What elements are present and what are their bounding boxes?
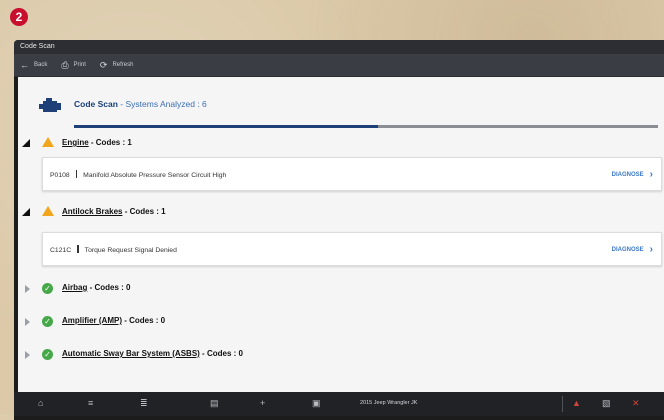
collapsed-caret-icon[interactable]	[25, 351, 30, 359]
warning-icon	[42, 137, 54, 147]
refresh-button[interactable]: ⟳ Refresh	[100, 60, 134, 71]
check-ok-icon: ✓	[42, 283, 53, 294]
divider	[562, 396, 563, 412]
refresh-icon: ⟳	[99, 59, 108, 70]
codes-count: - Codes : 0	[87, 283, 131, 292]
vehicle-info: 2015 Jeep Wrangler JK	[360, 400, 418, 406]
diagnose-button[interactable]: DIAGNOSE ›	[612, 169, 653, 180]
diagnose-button[interactable]: DIAGNOSE ›	[612, 244, 653, 255]
printer-icon: ⎙	[61, 59, 69, 70]
print-button[interactable]: ⎙ Print	[61, 60, 86, 71]
scan-header: Code Scan - Systems Analyzed : 6	[38, 97, 658, 117]
system-label: Antilock Brakes - Codes : 1	[62, 207, 166, 216]
system-label: Amplifier (AMP) - Codes : 0	[62, 316, 165, 325]
scan-progress-bar	[74, 125, 658, 128]
list-icon[interactable]: ≣	[140, 398, 148, 409]
dtc-card: C121C Torque Request Signal Denied DIAGNO…	[42, 232, 662, 266]
system-label: Engine - Codes : 1	[62, 138, 132, 147]
toolbar: ← Back ⎙ Print ⟳ Refresh	[14, 54, 664, 77]
check-ok-icon: ✓	[42, 349, 53, 360]
dtc-code: C121C	[50, 247, 72, 254]
diagnose-label: DIAGNOSE	[611, 246, 644, 253]
system-label: Airbag - Codes : 0	[62, 283, 130, 292]
system-section-antilock-brakes[interactable]: Antilock Brakes - Codes : 1	[18, 204, 664, 222]
tablet-frame: Code Scan ← Back ⎙ Print ⟳ Refresh Code …	[14, 40, 664, 420]
data-icon[interactable]: ▤	[210, 398, 219, 409]
system-label: Automatic Sway Bar System (ASBS) - Codes…	[62, 349, 243, 358]
system-name-link[interactable]: Amplifier (AMP)	[62, 316, 122, 325]
window-title: Code Scan	[14, 40, 664, 54]
plus-icon[interactable]: +	[260, 398, 265, 408]
expanded-caret-icon[interactable]	[22, 139, 30, 147]
expanded-caret-icon[interactable]	[22, 208, 30, 216]
check-ok-icon: ✓	[42, 316, 53, 327]
tools-icon[interactable]: ≡	[88, 398, 93, 408]
separator	[77, 245, 79, 253]
scan-progress-fill	[74, 125, 378, 128]
collapsed-caret-icon[interactable]	[25, 318, 30, 326]
warning-icon	[42, 206, 54, 216]
system-name-link[interactable]: Automatic Sway Bar System (ASBS)	[62, 349, 200, 358]
system-section-amplifier[interactable]: ✓ Amplifier (AMP) - Codes : 0	[18, 313, 664, 331]
system-section-airbag[interactable]: ✓ Airbag - Codes : 0	[18, 280, 664, 298]
system-name-link[interactable]: Antilock Brakes	[62, 207, 122, 216]
home-icon[interactable]: ⌂	[38, 398, 43, 408]
back-label: Back	[34, 62, 48, 68]
print-label: Print	[73, 62, 86, 68]
systems-analyzed-text: - Systems Analyzed : 6	[117, 99, 207, 109]
chevron-right-icon: ›	[649, 244, 653, 255]
scan-title-text: Code Scan	[74, 99, 118, 109]
codes-count: - Codes : 1	[122, 207, 166, 216]
dtc-description: Manifold Absolute Pressure Sensor Circui…	[83, 172, 227, 179]
system-section-asbs[interactable]: ✓ Automatic Sway Bar System (ASBS) - Cod…	[18, 346, 664, 364]
code-scan-screen: Code Scan - Systems Analyzed : 6 Engine …	[18, 77, 664, 392]
dtc-card: P0108 Manifold Absolute Pressure Sensor C…	[42, 157, 662, 191]
scan-title: Code Scan - Systems Analyzed : 6	[74, 99, 207, 109]
dtc-description: Torque Request Signal Denied	[84, 247, 177, 254]
vci-icon[interactable]: ▧	[602, 398, 611, 409]
shop-icon[interactable]: ✕	[632, 398, 640, 409]
codes-count: - Codes : 0	[122, 316, 166, 325]
system-name-link[interactable]: Engine	[62, 138, 89, 147]
car-icon[interactable]: ▲	[572, 398, 581, 408]
bottom-navigation-bar: ⌂ ≡ ≣ ▤ + ▣ 2015 Jeep Wrangler JK ▲ ▧ ✕	[14, 392, 664, 416]
collapsed-caret-icon[interactable]	[25, 285, 30, 293]
dtc-text: C121C Torque Request Signal Denied	[50, 245, 177, 254]
chevron-right-icon: ›	[649, 169, 653, 180]
codes-count: - Codes : 0	[199, 349, 243, 358]
system-name-link[interactable]: Airbag	[62, 283, 87, 292]
separator	[75, 170, 78, 178]
codes-count: - Codes : 1	[88, 138, 132, 147]
folder-icon[interactable]: ▣	[312, 398, 321, 409]
dtc-text: P0108 Manifold Absolute Pressure Sensor C…	[50, 170, 226, 179]
step-number-badge: 2	[10, 8, 28, 26]
diagnose-label: DIAGNOSE	[611, 171, 644, 178]
engine-icon	[39, 98, 61, 112]
refresh-label: Refresh	[112, 62, 134, 68]
back-arrow-icon: ←	[20, 60, 29, 70]
dtc-code: P0108	[50, 172, 70, 179]
system-section-engine[interactable]: Engine - Codes : 1	[18, 135, 664, 153]
back-button[interactable]: ← Back	[20, 60, 47, 70]
